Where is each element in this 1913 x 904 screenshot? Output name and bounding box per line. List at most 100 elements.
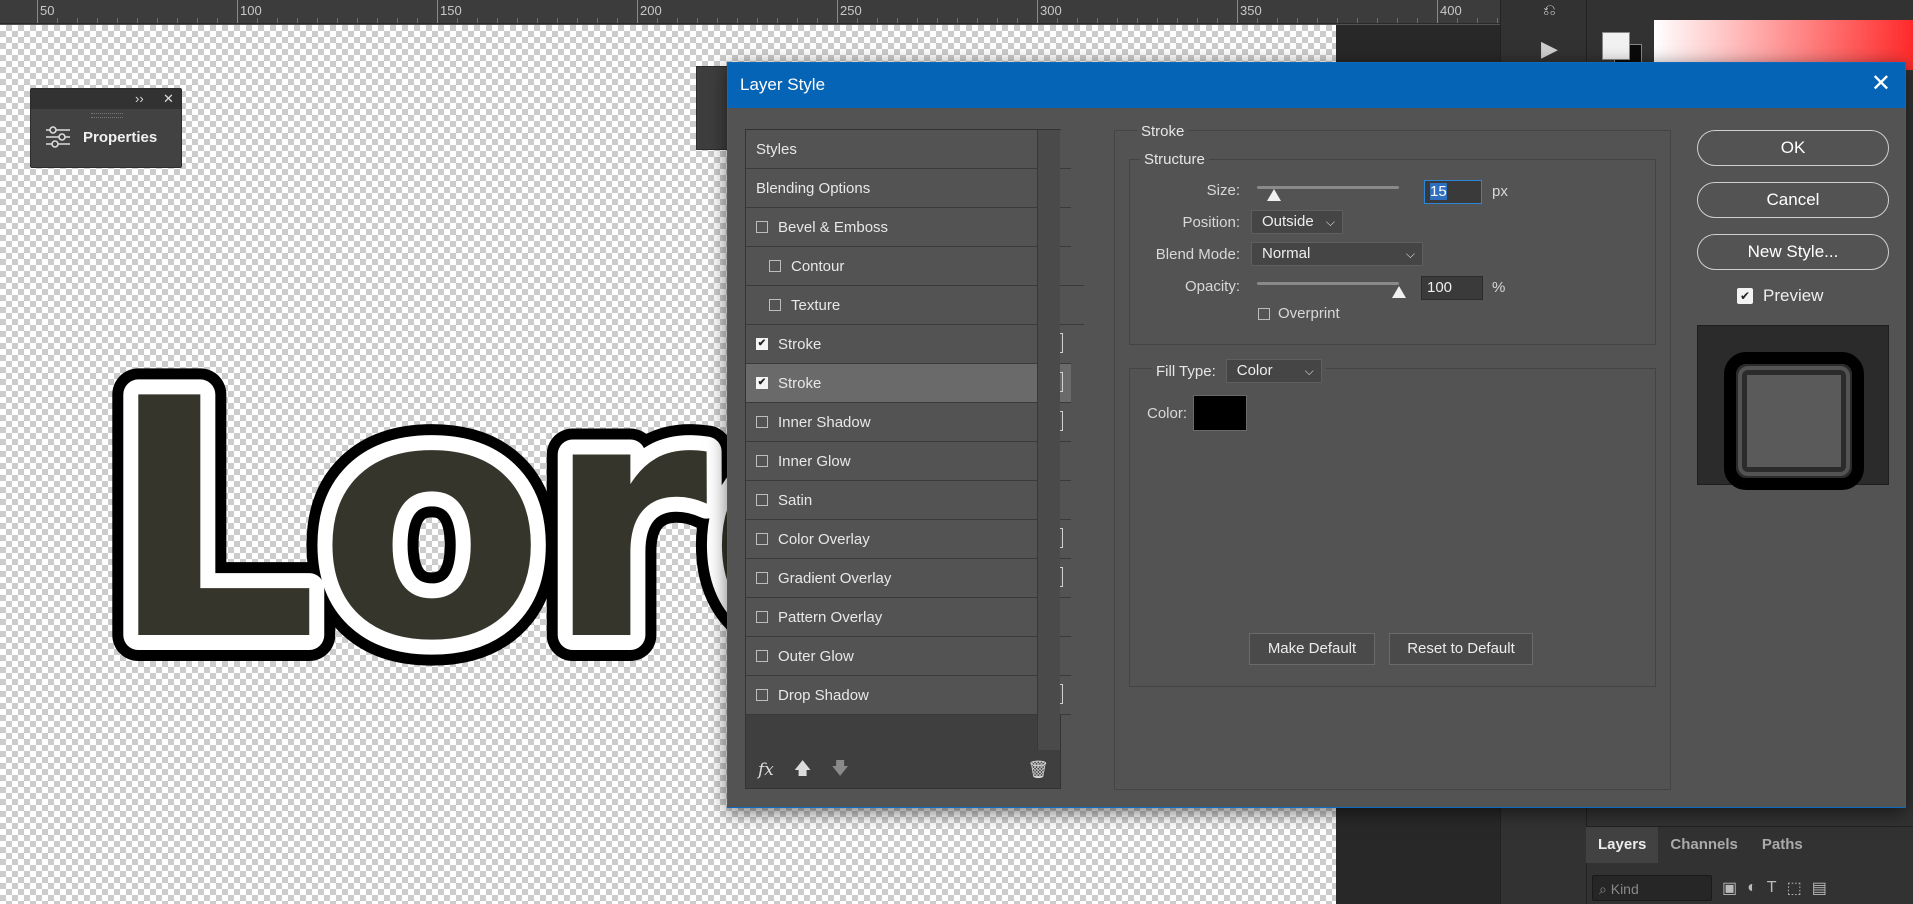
ruler-minor-tick: [997, 18, 998, 23]
ruler-minor-tick: [1217, 18, 1218, 23]
style-item[interactable]: Gradient Overlay+: [746, 559, 1071, 598]
ok-button[interactable]: OK: [1697, 130, 1889, 166]
history-icon[interactable]: ⎌: [1543, 2, 1556, 20]
style-checkbox[interactable]: [756, 455, 768, 467]
foreground-color-swatch[interactable]: [1602, 32, 1630, 60]
style-item[interactable]: Outer Glow: [746, 637, 1071, 676]
play-icon[interactable]: ▶: [1541, 36, 1558, 62]
stroke-group-title: Stroke: [1137, 123, 1189, 140]
panel-grip[interactable]: [91, 113, 123, 118]
preview-toggle[interactable]: ✔ Preview: [1737, 286, 1823, 306]
properties-panel[interactable]: ›› ✕ Properties: [30, 88, 182, 168]
stroke-color-swatch[interactable]: [1193, 395, 1247, 431]
style-item-label: Blending Options: [756, 179, 871, 197]
overprint-label: Overprint: [1278, 305, 1340, 322]
opacity-slider-thumb[interactable]: [1392, 286, 1406, 298]
ruler-minor-tick: [1257, 18, 1258, 23]
horizontal-ruler: 5010015020025030035040045050055060065070…: [0, 0, 1500, 24]
style-item[interactable]: Blending Options: [746, 169, 1071, 208]
style-item[interactable]: ✔Stroke+: [746, 364, 1071, 403]
shape-filter-icon[interactable]: ⬚: [1787, 878, 1802, 898]
style-checkbox[interactable]: [756, 494, 768, 506]
size-input[interactable]: 15: [1424, 180, 1482, 204]
ruler-minor-tick: [217, 18, 218, 23]
new-style-button[interactable]: New Style...: [1697, 234, 1889, 270]
properties-panel-header[interactable]: ›› ✕: [31, 89, 181, 109]
ruler-minor-tick: [197, 18, 198, 23]
properties-button[interactable]: Properties: [45, 125, 157, 149]
blend-mode-select[interactable]: Normal ⌵: [1251, 242, 1423, 266]
close-icon[interactable]: ✕: [1871, 72, 1891, 96]
preview-checkbox[interactable]: ✔: [1737, 288, 1753, 304]
ruler-minor-tick: [797, 18, 798, 23]
layers-tabbar: Layers Channels Paths: [1586, 826, 1913, 863]
fx-icon[interactable]: fx: [758, 760, 774, 780]
ruler-minor-tick: [897, 18, 898, 23]
image-filter-icon[interactable]: ▣: [1722, 878, 1737, 898]
style-item[interactable]: Pattern Overlay: [746, 598, 1071, 637]
arrow-down-icon[interactable]: 🡇: [831, 756, 848, 785]
style-item[interactable]: Styles: [746, 130, 1071, 169]
close-icon[interactable]: ✕: [163, 91, 174, 107]
style-checkbox[interactable]: [756, 611, 768, 623]
style-checkbox[interactable]: [756, 689, 768, 701]
fill-type-select[interactable]: Color ⌵: [1225, 359, 1322, 383]
style-checkbox[interactable]: [769, 299, 781, 311]
ruler-minor-tick: [1357, 18, 1358, 23]
collapse-icon[interactable]: ››: [135, 91, 144, 106]
make-default-button[interactable]: Make Default: [1249, 633, 1375, 665]
style-item-label: Color Overlay: [778, 530, 870, 548]
ruler-minor-tick: [597, 18, 598, 23]
opacity-input[interactable]: 100: [1421, 276, 1483, 300]
style-item[interactable]: Inner Glow: [746, 442, 1071, 481]
type-filter-icon[interactable]: T: [1767, 879, 1777, 897]
style-checkbox[interactable]: [756, 572, 768, 584]
structure-group-title: Structure: [1140, 151, 1209, 168]
ruler-minor-tick: [77, 18, 78, 23]
dialog-titlebar[interactable]: Layer Style ✕: [728, 63, 1905, 108]
style-checkbox[interactable]: [756, 221, 768, 233]
kind-filter-select[interactable]: ⌕ Kind: [1592, 875, 1712, 901]
styles-list-scrollbar[interactable]: [1037, 130, 1060, 750]
style-item[interactable]: Inner Shadow+: [746, 403, 1071, 442]
style-checkbox[interactable]: [756, 416, 768, 428]
smart-object-filter-icon[interactable]: ▤: [1812, 878, 1827, 898]
style-item-label: Gradient Overlay: [778, 569, 892, 587]
ruler-minor-tick: [857, 18, 858, 23]
style-item[interactable]: Texture: [746, 286, 1084, 325]
ruler-minor-tick: [617, 18, 618, 23]
opacity-slider-track[interactable]: [1257, 282, 1399, 285]
trash-icon[interactable]: 🗑: [1027, 760, 1049, 780]
style-item[interactable]: ✔Stroke+: [746, 325, 1071, 364]
ruler-minor-tick: [557, 18, 558, 23]
ruler-tick-label: 400: [1440, 3, 1462, 18]
tab-layers[interactable]: Layers: [1586, 826, 1659, 863]
tab-paths[interactable]: Paths: [1750, 827, 1815, 863]
ruler-minor-tick: [117, 18, 118, 23]
size-label: Size:: [1206, 182, 1240, 199]
style-item-label: Stroke: [778, 335, 822, 353]
style-checkbox[interactable]: ✔: [756, 377, 768, 389]
position-select[interactable]: Outside ⌵: [1251, 210, 1343, 234]
arrow-up-icon[interactable]: 🡅: [794, 756, 811, 785]
ruler-minor-tick: [977, 18, 978, 23]
opacity-value: 100: [1427, 279, 1453, 296]
adjustment-filter-icon[interactable]: ◐: [1747, 879, 1757, 897]
reset-to-default-button[interactable]: Reset to Default: [1389, 633, 1533, 665]
size-slider-thumb[interactable]: [1267, 189, 1282, 201]
style-item[interactable]: Bevel & Emboss: [746, 208, 1071, 247]
style-checkbox[interactable]: ✔: [756, 338, 768, 350]
overprint-checkbox[interactable]: [1258, 308, 1270, 320]
style-item[interactable]: Satin: [746, 481, 1071, 520]
tab-channels[interactable]: Channels: [1658, 827, 1750, 863]
style-checkbox[interactable]: [756, 533, 768, 545]
style-checkbox[interactable]: [756, 650, 768, 662]
kind-placeholder: Kind: [1610, 881, 1639, 897]
cancel-button[interactable]: Cancel: [1697, 182, 1889, 218]
style-item[interactable]: Color Overlay+: [746, 520, 1071, 559]
ruler-minor-tick: [1277, 18, 1278, 23]
ruler-minor-tick: [1477, 18, 1478, 23]
style-checkbox[interactable]: [769, 260, 781, 272]
style-item[interactable]: Contour: [746, 247, 1084, 286]
style-item[interactable]: Drop Shadow+: [746, 676, 1071, 715]
